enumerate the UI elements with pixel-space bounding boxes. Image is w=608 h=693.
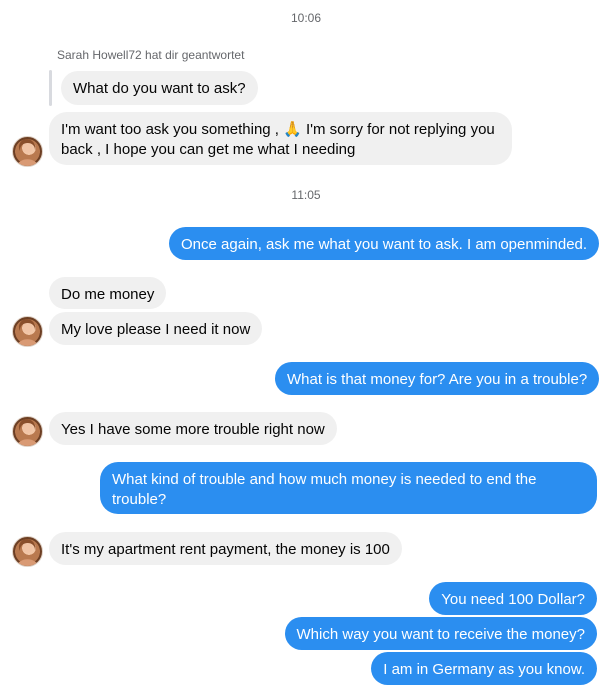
message-bubble-outgoing[interactable]: You need 100 Dollar? [429, 582, 597, 615]
timestamp: 11:05 [291, 188, 321, 202]
contact-avatar-icon[interactable] [12, 416, 43, 447]
message-bubble-outgoing[interactable]: Once again, ask me what you want to ask.… [169, 227, 600, 260]
message-bubble-outgoing[interactable]: Which way you want to receive the money? [284, 617, 597, 650]
message-bubble-incoming[interactable]: Do me money [49, 277, 167, 309]
message-bubble-incoming[interactable]: Yes I have some more trouble right now [49, 412, 337, 445]
contact-avatar-icon[interactable] [12, 536, 43, 567]
reply-indicator: Sarah Howell72 hat dir geantwortet [57, 48, 245, 62]
quoted-message-bubble[interactable]: What do you want to ask? [61, 71, 258, 105]
contact-avatar-icon[interactable] [12, 316, 43, 347]
message-bubble-outgoing[interactable]: What kind of trouble and how much money … [100, 462, 597, 514]
message-bubble-outgoing[interactable]: What is that money for? Are you in a tro… [275, 362, 600, 395]
message-bubble-outgoing[interactable]: I am in Germany as you know. [371, 652, 597, 685]
quote-bar [49, 70, 52, 106]
timestamp: 10:06 [290, 11, 322, 25]
message-bubble-incoming[interactable]: It's my apartment rent payment, the mone… [49, 532, 402, 565]
message-bubble-incoming[interactable]: My love please I need it now [49, 312, 263, 345]
message-bubble-incoming[interactable]: I'm want too ask you something , 🙏 I'm s… [49, 112, 512, 165]
contact-avatar-icon[interactable] [12, 136, 43, 167]
